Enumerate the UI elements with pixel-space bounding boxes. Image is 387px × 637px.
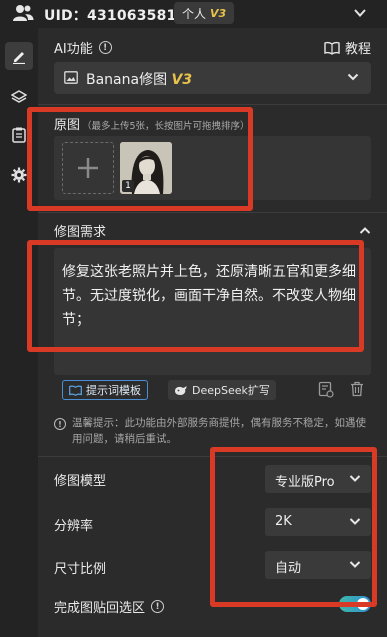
resolution-label: 分辨率 (54, 519, 94, 534)
divider (38, 212, 387, 213)
deepseek-expand-label: DeepSeek扩写 (192, 384, 270, 397)
clipboard-icon (12, 127, 26, 143)
ai-model-version: V3 (171, 72, 193, 88)
image-icon (64, 71, 78, 84)
gear-icon (11, 167, 27, 183)
divider (38, 104, 387, 105)
annotation-prompt (27, 240, 364, 352)
book-open-icon (69, 385, 82, 396)
ai-model-select[interactable]: Banana修图 V3 (54, 62, 371, 94)
rail-edit-button[interactable] (5, 42, 33, 70)
chevron-down-icon[interactable] (353, 7, 367, 19)
uid-text: UID：4310635814 (44, 8, 187, 24)
aspect-ratio-label: 尺寸比例 (54, 562, 107, 577)
book-icon (324, 41, 340, 55)
prompt-template-label: 提示词模板 (86, 384, 141, 397)
deepseek-whale-icon (175, 385, 187, 395)
ai-function-heading: AI功能 ! (54, 38, 112, 57)
annotation-original-image (27, 107, 253, 211)
annotation-options (210, 447, 377, 607)
account-version-label: V3 (210, 6, 227, 20)
account-type-label: 个人 (182, 6, 207, 21)
top-bar: UID：4310635814 个人 V3 (0, 0, 387, 28)
service-warning-text: 温馨提示：此功能由外部服务商提供，偶有服务不稳定，如遇使用问题，请稍后重试。 (72, 417, 366, 445)
tutorial-label: 教程 (344, 42, 371, 57)
ai-model-name-text: Banana修图 (86, 72, 168, 88)
info-icon[interactable]: ! (98, 41, 112, 54)
layers-icon (11, 90, 27, 103)
chevron-up-icon[interactable] (359, 226, 371, 235)
retouch-request-title: 修图需求 (54, 225, 107, 240)
retouch-model-label: 修图模型 (54, 474, 107, 489)
prompt-template-button[interactable]: 提示词模板 (62, 380, 148, 400)
chevron-down-icon (347, 73, 359, 81)
info-icon[interactable]: ! (151, 600, 165, 613)
account-type-badge[interactable]: 个人 V3 (174, 2, 235, 24)
paste-back-row: 完成图贴回选区 ! (54, 597, 165, 616)
deepseek-expand-button[interactable]: DeepSeek扩写 (168, 380, 276, 400)
tutorial-link[interactable]: 教程 (324, 38, 371, 57)
users-icon (13, 5, 34, 21)
document-history-icon[interactable] (318, 381, 334, 398)
warning-info-icon: ! (54, 418, 66, 430)
service-warning: ! 温馨提示：此功能由外部服务商提供，偶有服务不稳定，如遇使用问题，请稍后重试。 (54, 415, 372, 447)
edit-icon (13, 52, 25, 64)
ai-function-title: AI功能 (54, 42, 93, 57)
paste-back-label: 完成图贴回选区 (54, 601, 146, 616)
ai-model-name: Banana修图 V3 (86, 69, 192, 89)
prompt-toolbar: 提示词模板 DeepSeek扩写 (54, 378, 371, 402)
trash-icon[interactable] (350, 381, 364, 397)
